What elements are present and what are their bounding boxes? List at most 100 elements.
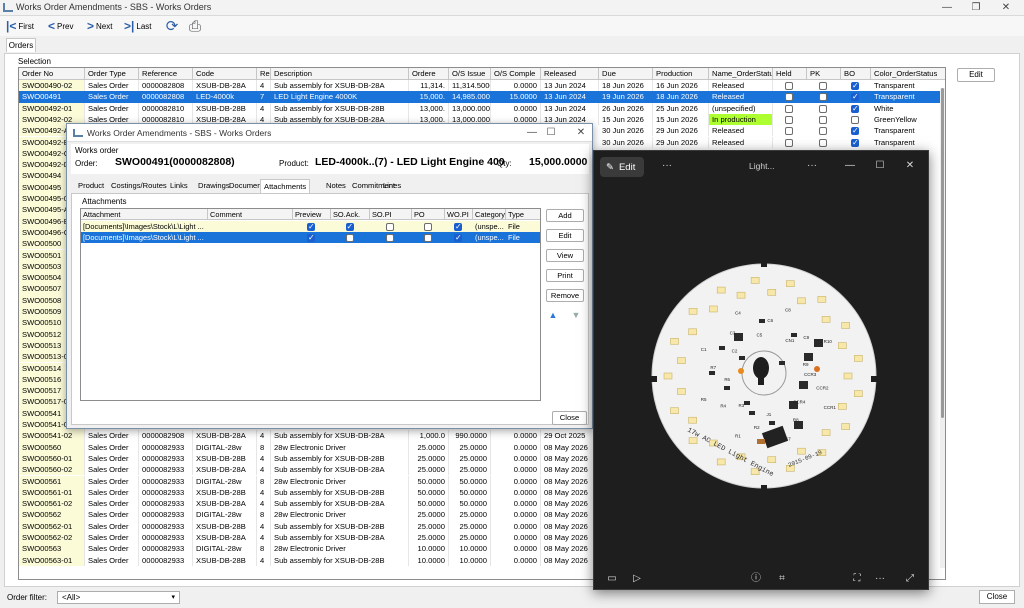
checkbox-held[interactable] bbox=[785, 104, 793, 113]
checkbox-wopi[interactable] bbox=[454, 233, 462, 243]
column-header[interactable]: Description bbox=[271, 68, 409, 80]
column-header[interactable]: Code bbox=[193, 68, 257, 80]
table-row[interactable]: SWO00490-02 Sales Order 0000082808 XSUB-DB-… bbox=[19, 80, 945, 92]
att-column-header[interactable]: Category bbox=[473, 209, 506, 220]
att-column-header[interactable]: WO.PI bbox=[445, 209, 473, 220]
att-column-header[interactable]: Comment bbox=[208, 209, 293, 220]
column-header[interactable]: Re bbox=[257, 68, 271, 80]
view-button[interactable]: View bbox=[546, 249, 584, 262]
att-column-header[interactable]: Attachment bbox=[81, 209, 208, 220]
checkbox-soack[interactable] bbox=[345, 233, 354, 242]
checkbox-bo[interactable] bbox=[851, 138, 859, 148]
tab-costingsroutes[interactable]: Costings/Routes bbox=[108, 179, 170, 193]
crop-icon[interactable]: ⌗ bbox=[775, 572, 789, 586]
maximize-icon[interactable]: ☐ bbox=[873, 159, 887, 173]
column-header[interactable]: Order Type bbox=[85, 68, 139, 80]
column-header[interactable]: PK bbox=[807, 68, 841, 80]
tab-product[interactable]: Product bbox=[75, 179, 107, 193]
tab-orders[interactable]: Orders bbox=[6, 38, 36, 52]
checkbox-sopi[interactable] bbox=[386, 222, 394, 231]
close-icon[interactable]: ✕ bbox=[575, 127, 587, 139]
checkbox-bo[interactable] bbox=[851, 115, 859, 124]
column-header[interactable]: Due bbox=[599, 68, 653, 80]
checkbox-pk[interactable] bbox=[819, 93, 827, 102]
column-header[interactable]: Name_OrderStatu bbox=[709, 68, 773, 80]
checkbox-held[interactable] bbox=[785, 127, 793, 136]
att-column-header[interactable]: Type bbox=[506, 209, 540, 220]
more-options-icon[interactable]: ··· bbox=[660, 159, 674, 173]
refresh-icon[interactable]: ⟳ bbox=[163, 17, 181, 35]
attachment-row[interactable]: [Documents]\Images\Stock\L\Light ... (uns… bbox=[81, 232, 540, 243]
fit-icon[interactable]: ⛶ bbox=[850, 572, 864, 586]
att-column-header[interactable]: SO.PI bbox=[370, 209, 412, 220]
prev-button[interactable]: < Prev bbox=[48, 18, 73, 34]
checkbox-held[interactable] bbox=[785, 138, 793, 147]
table-row[interactable]: SWO00492-01 Sales Order 0000082810 XSUB-DB-… bbox=[19, 102, 945, 114]
checkbox-bo[interactable] bbox=[851, 92, 859, 102]
order-filter-select[interactable]: <All> ▾ bbox=[57, 591, 180, 604]
att-column-header[interactable]: PO bbox=[412, 209, 445, 220]
last-button[interactable]: >| Last bbox=[124, 18, 152, 34]
checkbox-soack[interactable] bbox=[345, 222, 354, 232]
column-header[interactable]: Order No bbox=[19, 68, 85, 80]
checkbox-sopi[interactable] bbox=[386, 233, 394, 242]
column-header[interactable]: Held bbox=[773, 68, 807, 80]
move-up-icon[interactable]: ▲ bbox=[546, 308, 560, 322]
edit-attachment-button[interactable]: Edit bbox=[546, 229, 584, 242]
filmstrip-icon[interactable]: ▭ bbox=[605, 572, 619, 586]
checkbox-held[interactable] bbox=[785, 115, 793, 124]
tab-lines[interactable]: Lines bbox=[380, 179, 404, 193]
column-header[interactable]: Reference bbox=[139, 68, 193, 80]
attachments-grid[interactable]: Attachment Comment Preview SO.Ack. SO.PI PO WO… bbox=[80, 208, 541, 401]
checkbox-wopi[interactable] bbox=[454, 222, 462, 232]
checkbox-held[interactable] bbox=[785, 93, 793, 102]
fullscreen-icon[interactable]: ⤢ bbox=[903, 572, 917, 586]
edit-image-button[interactable]: ✎ Edit bbox=[600, 157, 644, 177]
slideshow-icon[interactable]: ▷ bbox=[630, 572, 644, 586]
remove-button[interactable]: Remove bbox=[546, 289, 584, 302]
column-header[interactable]: Production bbox=[653, 68, 709, 80]
attachment-row[interactable]: [Documents]\Images\Stock\L\Light ... (uns… bbox=[81, 221, 540, 232]
column-header[interactable]: O/S Issue bbox=[449, 68, 491, 80]
checkbox-held[interactable] bbox=[785, 82, 793, 90]
checkbox-pk[interactable] bbox=[819, 138, 827, 147]
checkbox-pk[interactable] bbox=[819, 127, 827, 136]
close-icon[interactable]: ✕ bbox=[999, 2, 1013, 14]
checkbox-bo[interactable] bbox=[851, 104, 859, 114]
att-column-header[interactable]: SO.Ack. bbox=[331, 209, 370, 220]
checkbox-pk[interactable] bbox=[819, 82, 827, 90]
checkbox-bo[interactable] bbox=[851, 126, 859, 136]
checkbox-po[interactable] bbox=[423, 222, 432, 231]
info-icon[interactable]: ⓘ bbox=[749, 572, 763, 586]
table-row[interactable]: SWO00491 Sales Order 0000082808 LED-4000k 7 L… bbox=[19, 91, 945, 103]
print-button[interactable]: Print bbox=[546, 269, 584, 282]
more-options-icon[interactable]: ··· bbox=[873, 572, 887, 586]
edit-button[interactable]: Edit bbox=[957, 68, 995, 82]
next-button[interactable]: > Next bbox=[87, 18, 112, 34]
column-header[interactable]: BO bbox=[841, 68, 871, 80]
grid-scrollbar-thumb[interactable] bbox=[941, 88, 944, 418]
checkbox-preview[interactable] bbox=[307, 233, 315, 243]
printer-icon[interactable]: ⎙ bbox=[186, 17, 204, 35]
dialog-close-button[interactable]: Close bbox=[552, 411, 587, 425]
column-header[interactable]: Released bbox=[541, 68, 599, 80]
move-down-icon[interactable]: ▼ bbox=[569, 308, 583, 322]
column-header[interactable]: Ordere bbox=[409, 68, 449, 80]
more-options-icon[interactable]: ··· bbox=[805, 159, 819, 173]
restore-icon[interactable]: ❐ bbox=[969, 2, 983, 14]
column-header[interactable]: Color_OrderStatus bbox=[871, 68, 945, 80]
close-icon[interactable]: ✕ bbox=[903, 159, 917, 173]
tab-notes[interactable]: Notes bbox=[323, 179, 349, 193]
tab-links[interactable]: Links bbox=[167, 179, 191, 193]
checkbox-preview[interactable] bbox=[307, 222, 315, 232]
tab-attachments[interactable]: Attachments bbox=[260, 179, 311, 193]
maximize-icon[interactable]: ☐ bbox=[545, 127, 557, 139]
minimize-icon[interactable]: — bbox=[940, 2, 954, 14]
add-button[interactable]: Add bbox=[546, 209, 584, 222]
checkbox-pk[interactable] bbox=[819, 115, 827, 124]
minimize-icon[interactable]: — bbox=[843, 159, 857, 173]
first-button[interactable]: |< First bbox=[6, 18, 34, 34]
att-column-header[interactable]: Preview bbox=[293, 209, 331, 220]
checkbox-bo[interactable] bbox=[851, 81, 859, 91]
column-header[interactable]: O/S Comple bbox=[491, 68, 541, 80]
